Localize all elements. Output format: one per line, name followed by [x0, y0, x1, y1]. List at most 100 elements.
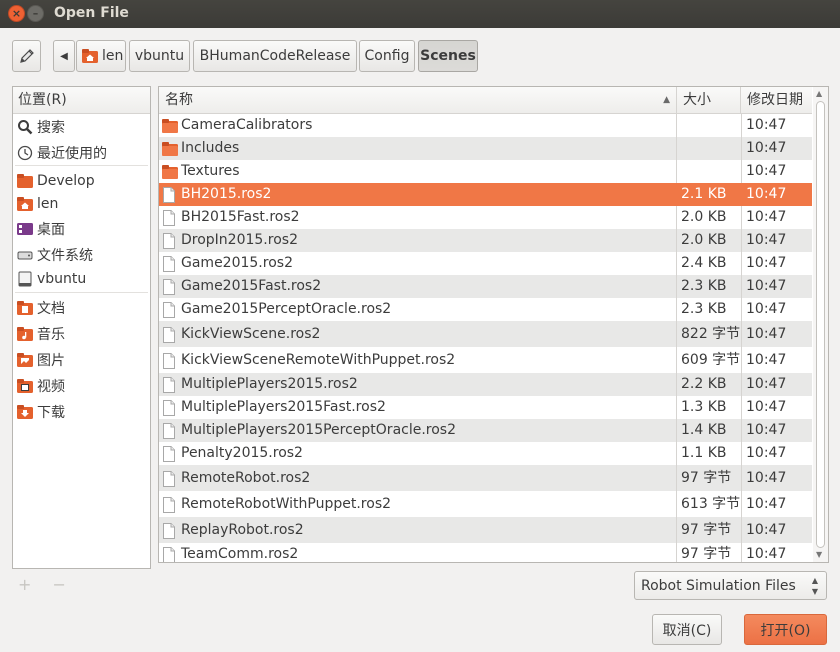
scroll-down-icon[interactable]: ▼ [816, 550, 822, 559]
file-modified: 10:47 [741, 543, 812, 562]
folder-row[interactable]: Textures 10:47 [159, 160, 812, 183]
pictures-folder-icon [16, 352, 33, 368]
sidebar-item[interactable]: 最近使用的 [13, 141, 150, 165]
file-row[interactable]: Game2015PerceptOracle.ros2 2.3 KB 10:47 [159, 298, 812, 321]
home-folder-icon [82, 49, 98, 63]
crumb-config[interactable]: Config [359, 40, 415, 72]
file-modified: 10:47 [741, 298, 812, 321]
file-type-filter-combo[interactable]: Robot Simulation Files ▲ ▼ [634, 571, 827, 600]
scroll-up-icon[interactable]: ▲ [816, 89, 822, 98]
file-row[interactable]: Penalty2015.ros2 1.1 KB 10:47 [159, 442, 812, 465]
file-icon [162, 326, 178, 343]
file-row[interactable]: DropIn2015.ros2 2.0 KB 10:47 [159, 229, 812, 252]
sidebar-item[interactable]: 桌面 [13, 217, 150, 241]
file-size [676, 160, 741, 183]
minimize-icon: – [32, 7, 39, 20]
sidebar-item[interactable]: 下载 [13, 400, 150, 424]
file-name-cell: Penalty2015.ros2 [159, 442, 679, 465]
file-row[interactable]: TeamComm.ros2 97 字节 10:47 [159, 543, 812, 562]
pencil-icon [19, 49, 34, 63]
chevron-left-icon: ◀ [60, 50, 68, 62]
sidebar-item[interactable]: 文件系统 [13, 243, 150, 267]
crumb-bhumancoderelease[interactable]: BHumanCodeRelease [193, 40, 357, 72]
column-name-header[interactable]: 名称 ▲ [159, 87, 677, 113]
file-size: 1.1 KB [676, 442, 741, 465]
sidebar-item-label: 音乐 [37, 327, 65, 343]
file-icon [162, 278, 178, 295]
folder-row[interactable]: CameraCalibrators 10:47 [159, 114, 812, 137]
file-modified: 10:47 [741, 517, 812, 543]
path-back-button[interactable]: ◀ [53, 40, 75, 72]
add-bookmark-button[interactable]: + [18, 575, 31, 594]
file-row[interactable]: ReplayRobot.ros2 97 字节 10:47 [159, 517, 812, 543]
sidebar-item[interactable]: len [13, 192, 150, 216]
sidebar-item-label: Develop [37, 173, 95, 189]
file-name: DropIn2015.ros2 [181, 232, 298, 248]
file-row[interactable]: KickViewSceneRemoteWithPuppet.ros2 609 字节… [159, 347, 812, 373]
folder-row[interactable]: Includes 10:47 [159, 137, 812, 160]
remove-bookmark-button[interactable]: − [53, 575, 66, 594]
file-size: 2.0 KB [676, 206, 741, 229]
file-row[interactable]: MultiplePlayers2015.ros2 2.2 KB 10:47 [159, 373, 812, 396]
file-name-cell: CameraCalibrators [159, 114, 679, 137]
sidebar-item[interactable]: 音乐 [13, 322, 150, 346]
file-list-header: 名称 ▲ 大小 修改日期 [159, 87, 812, 114]
open-file-dialog: × – Open File ◀ len vbuntu BHumanCodeRel… [0, 0, 840, 652]
file-row[interactable]: RemoteRobot.ros2 97 字节 10:47 [159, 465, 812, 491]
open-label: 打开(O) [760, 622, 811, 639]
cancel-button[interactable]: 取消(C) [652, 614, 722, 645]
open-button[interactable]: 打开(O) [744, 614, 827, 645]
file-name: RemoteRobotWithPuppet.ros2 [181, 496, 392, 512]
file-row[interactable]: BH2015.ros2 2.1 KB 10:47 [159, 183, 812, 206]
file-list-scrollbar[interactable]: ▲ ▼ [813, 87, 828, 562]
sidebar-item[interactable]: 搜索 [13, 115, 150, 139]
file-name-cell: Includes [159, 137, 679, 160]
window-title: Open File [54, 5, 129, 21]
file-row[interactable]: KickViewScene.ros2 822 字节 10:47 [159, 321, 812, 347]
type-location-button[interactable] [12, 40, 41, 72]
sidebar-item-label: 视频 [37, 379, 65, 395]
sidebar-item[interactable]: 图片 [13, 348, 150, 372]
file-name: MultiplePlayers2015.ros2 [181, 376, 358, 392]
sidebar-item[interactable]: Develop [13, 169, 150, 193]
file-row[interactable]: BH2015Fast.ros2 2.0 KB 10:47 [159, 206, 812, 229]
scrollbar-thumb[interactable] [816, 101, 825, 548]
file-size: 2.3 KB [676, 275, 741, 298]
file-name-cell: Textures [159, 160, 679, 183]
file-name: Penalty2015.ros2 [181, 445, 303, 461]
sidebar-item[interactable]: vbuntu [13, 267, 150, 291]
crumb-scenes[interactable]: Scenes [418, 40, 478, 72]
file-row[interactable]: Game2015.ros2 2.4 KB 10:47 [159, 252, 812, 275]
crumb-label: vbuntu [134, 48, 185, 64]
cancel-label: 取消(C) [662, 622, 712, 639]
sidebar-item[interactable]: 文档 [13, 296, 150, 320]
file-modified: 10:47 [741, 183, 812, 206]
crumb-len[interactable]: len [76, 40, 126, 72]
close-window-button[interactable]: × [8, 5, 25, 22]
music-folder-icon [16, 326, 33, 342]
column-modified-label: 修改日期 [747, 92, 803, 108]
file-modified: 10:47 [741, 442, 812, 465]
file-row[interactable]: Game2015Fast.ros2 2.3 KB 10:47 [159, 275, 812, 298]
sidebar-item-label: 文档 [37, 301, 65, 317]
file-size: 2.4 KB [676, 252, 741, 275]
file-modified: 10:47 [741, 137, 812, 160]
file-icon [162, 445, 178, 462]
minimize-window-button[interactable]: – [27, 5, 44, 22]
crumb-vbuntu[interactable]: vbuntu [129, 40, 190, 72]
sidebar-item[interactable]: 视频 [13, 374, 150, 398]
sidebar-item-label: 文件系统 [37, 248, 93, 264]
file-modified: 10:47 [741, 347, 812, 373]
file-row[interactable]: MultiplePlayers2015Fast.ros2 1.3 KB 10:47 [159, 396, 812, 419]
file-row[interactable]: MultiplePlayers2015PerceptOracle.ros2 1.4… [159, 419, 812, 442]
column-size-header[interactable]: 大小 [677, 87, 741, 113]
file-name-cell: Game2015PerceptOracle.ros2 [159, 298, 679, 321]
file-modified: 10:47 [741, 206, 812, 229]
device-icon [16, 271, 33, 287]
file-name: MultiplePlayers2015Fast.ros2 [181, 399, 386, 415]
file-name: MultiplePlayers2015PerceptOracle.ros2 [181, 422, 457, 438]
file-modified: 10:47 [741, 275, 812, 298]
column-modified-header[interactable]: 修改日期 [741, 87, 812, 113]
home-folder-icon [16, 196, 33, 212]
file-row[interactable]: RemoteRobotWithPuppet.ros2 613 字节 10:47 [159, 491, 812, 517]
